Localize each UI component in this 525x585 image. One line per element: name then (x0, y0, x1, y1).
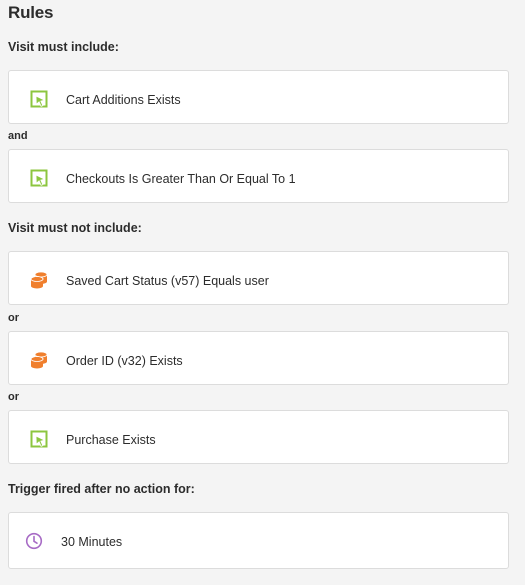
trigger-value: 30 Minutes (61, 535, 123, 549)
trigger-section-label: Trigger fired after no action for: (8, 482, 195, 496)
connector-or: or (8, 391, 19, 403)
page-title: Rules (8, 3, 54, 22)
rule-text: Purchase Exists (66, 433, 156, 447)
rule-text: Saved Cart Status (v57) Equals user (66, 274, 269, 288)
include-section-label: Visit must include: (8, 40, 119, 54)
connector-or: or (8, 312, 19, 324)
include-rule-cart-additions[interactable]: Cart Additions Exists (8, 70, 509, 124)
trigger-duration[interactable]: 30 Minutes (8, 512, 509, 569)
rule-text: Checkouts Is Greater Than Or Equal To 1 (66, 172, 296, 186)
exclude-rule-order-id[interactable]: Order ID (v32) Exists (8, 331, 509, 385)
rule-text: Cart Additions Exists (66, 93, 181, 107)
exclude-rule-saved-cart-status[interactable]: Saved Cart Status (v57) Equals user (8, 251, 509, 305)
metric-icon (30, 90, 48, 108)
metric-icon (30, 169, 48, 187)
connector-and: and (8, 130, 28, 142)
rule-text: Order ID (v32) Exists (66, 354, 183, 368)
metric-icon (30, 430, 48, 448)
exclude-rule-purchase[interactable]: Purchase Exists (8, 410, 509, 464)
exclude-section-label: Visit must not include: (8, 221, 142, 235)
dimension-icon (30, 271, 48, 289)
dimension-icon (30, 351, 48, 369)
include-rule-checkouts[interactable]: Checkouts Is Greater Than Or Equal To 1 (8, 149, 509, 203)
clock-icon (25, 532, 43, 550)
